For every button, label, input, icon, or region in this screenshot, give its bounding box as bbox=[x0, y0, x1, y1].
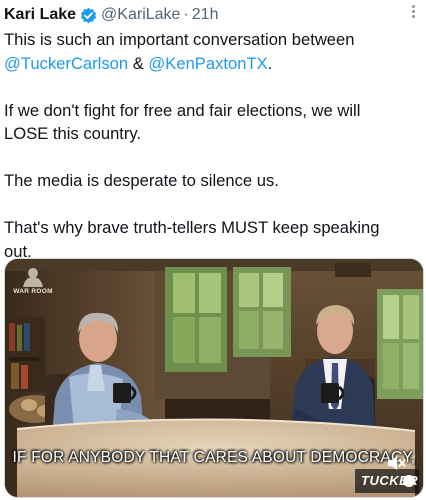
mention-tuckercarlson[interactable]: @TuckerCarlson bbox=[4, 54, 128, 73]
tweet-text: This is such an important conversation b… bbox=[4, 28, 409, 287]
video-player[interactable]: WAR ROOM IF FOR ANYBODY THAT CARES ABOUT… bbox=[4, 258, 424, 498]
ampersand: & bbox=[128, 53, 149, 73]
tweet-header: Kari Lake @KariLake · 21h bbox=[4, 4, 418, 26]
volume-muted-icon[interactable] bbox=[386, 455, 406, 471]
mention-kenpaxtontx[interactable]: @KenPaxtonTX bbox=[148, 54, 267, 73]
tweet-paragraph-3: The media is desperate to silence us. bbox=[4, 171, 279, 190]
tweet-paragraph-2: If we don't fight for free and fair elec… bbox=[4, 100, 361, 144]
video-subtitle: IF FOR ANYBODY THAT CARES ABOUT DEMOCRAC… bbox=[12, 449, 416, 466]
tweet-timestamp[interactable]: 21h bbox=[192, 4, 219, 26]
verified-badge-icon bbox=[80, 7, 97, 23]
tweet-paragraph-4: That's why brave truth-tellers MUST keep… bbox=[4, 218, 380, 261]
tucker-watermark: TUCKER bbox=[361, 473, 419, 488]
period: . bbox=[267, 53, 273, 73]
tweet-card[interactable]: Kari Lake @KariLake · 21h This is such a… bbox=[0, 0, 426, 500]
separator-dot: · bbox=[183, 6, 189, 23]
author-handle[interactable]: @KariLake bbox=[101, 4, 180, 26]
more-options-icon[interactable] bbox=[410, 3, 416, 21]
tweet-paragraph-1: This is such an important conversation b… bbox=[4, 28, 409, 75]
author-name[interactable]: Kari Lake bbox=[4, 4, 76, 26]
war-room-watermark: WAR ROOM bbox=[13, 288, 53, 295]
tweet-line-1: This is such an important conversation b… bbox=[4, 30, 355, 49]
